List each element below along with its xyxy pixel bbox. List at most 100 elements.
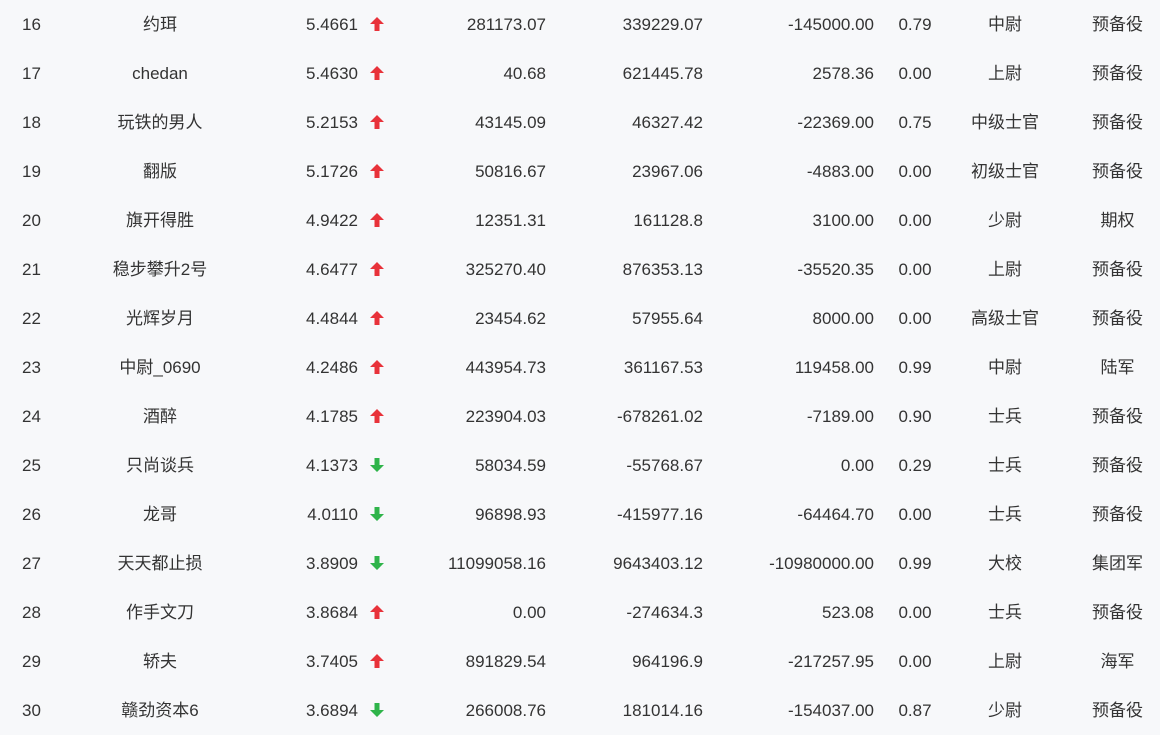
value2-cell: 339229.07 <box>622 15 703 34</box>
value2-cell: -678261.02 <box>616 407 703 426</box>
name-cell[interactable]: 翻版 <box>80 147 240 196</box>
value1-cell: 0.00 <box>512 603 546 622</box>
trend-cell <box>367 392 387 441</box>
ratio-cell: 0.29 <box>898 456 932 475</box>
rank-cell: 30 <box>22 701 41 720</box>
name-cell[interactable]: 玩铁的男人 <box>80 98 240 147</box>
arrow-down-icon <box>369 506 385 522</box>
name-cell[interactable]: 酒醉 <box>80 392 240 441</box>
score-cell: 3.8909 <box>306 554 358 573</box>
rank-cell: 16 <box>22 15 41 34</box>
rank-cell: 20 <box>22 211 41 230</box>
rank-cell: 18 <box>22 113 41 132</box>
name-cell[interactable]: 天天都止损 <box>80 539 240 588</box>
value1-cell: 40.68 <box>503 64 546 83</box>
table-row-28[interactable]: 28 作手文刀 3.8684 0.00 -274634.3 523.08 0.0… <box>0 588 1160 637</box>
score-cell: 4.9422 <box>306 211 358 230</box>
level-cell: 士兵 <box>988 407 1022 426</box>
type-cell: 预备役 <box>1092 603 1143 622</box>
ratio-cell: 0.00 <box>898 162 932 181</box>
arrow-up-icon <box>369 16 385 32</box>
trend-cell <box>367 686 387 735</box>
name-cell[interactable]: 龙哥 <box>80 490 240 539</box>
name-cell[interactable]: 中尉_0690 <box>80 343 240 392</box>
level-cell: 中尉 <box>988 15 1022 34</box>
arrow-down-icon <box>369 457 385 473</box>
type-cell: 预备役 <box>1092 162 1143 181</box>
value1-cell: 23454.62 <box>475 309 546 328</box>
value1-cell: 11099058.16 <box>447 554 546 573</box>
table-row-29[interactable]: 29 轿夫 3.7405 891829.54 964196.9 -217257.… <box>0 637 1160 686</box>
type-cell: 海军 <box>1100 652 1135 671</box>
ratio-cell: 0.99 <box>898 358 932 377</box>
value3-cell: -217257.95 <box>787 652 874 671</box>
rank-cell: 29 <box>22 652 41 671</box>
name-cell[interactable]: 旗开得胜 <box>80 196 240 245</box>
score-cell: 4.1373 <box>306 456 358 475</box>
value3-cell: 0.00 <box>840 456 874 475</box>
value2-cell: 361167.53 <box>623 358 703 377</box>
table-row-24[interactable]: 24 酒醉 4.1785 223904.03 -678261.02 -7189.… <box>0 392 1160 441</box>
value3-cell: -64464.70 <box>797 505 874 524</box>
table-row-17[interactable]: 17 chedan 5.4630 40.68 621445.78 2578.36… <box>0 49 1160 98</box>
type-cell: 预备役 <box>1092 456 1143 475</box>
type-cell: 预备役 <box>1092 309 1143 328</box>
table-row-25[interactable]: 25 只尚谈兵 4.1373 58034.59 -55768.67 0.00 0… <box>0 441 1160 490</box>
value1-cell: 43145.09 <box>475 113 546 132</box>
level-cell: 初级士官 <box>971 162 1039 181</box>
table-row-19[interactable]: 19 翻版 5.1726 50816.67 23967.06 -4883.00 … <box>0 147 1160 196</box>
trend-cell <box>367 637 387 686</box>
name-cell[interactable]: 赣劲资本6 <box>80 686 240 735</box>
arrow-up-icon <box>369 359 385 375</box>
name-cell[interactable]: 约珥 <box>80 0 240 49</box>
score-cell: 4.4844 <box>306 309 358 328</box>
name-cell[interactable]: 只尚谈兵 <box>80 441 240 490</box>
value1-cell: 96898.93 <box>475 505 546 524</box>
name-cell[interactable]: 作手文刀 <box>80 588 240 637</box>
value1-cell: 266008.76 <box>465 701 546 720</box>
arrow-up-icon <box>369 163 385 179</box>
score-cell: 5.4630 <box>306 64 358 83</box>
arrow-down-icon <box>369 555 385 571</box>
value1-cell: 12351.31 <box>475 211 546 230</box>
table-row-21[interactable]: 21 稳步攀升2号 4.6477 325270.40 876353.13 -35… <box>0 245 1160 294</box>
score-cell: 4.0110 <box>307 505 358 524</box>
value2-cell: 181014.16 <box>622 701 703 720</box>
table-row-20[interactable]: 20 旗开得胜 4.9422 12351.31 161128.8 3100.00… <box>0 196 1160 245</box>
table-row-26[interactable]: 26 龙哥 4.0110 96898.93 -415977.16 -64464.… <box>0 490 1160 539</box>
rank-cell: 21 <box>22 260 41 279</box>
table-row-27[interactable]: 27 天天都止损 3.8909 11099058.16 9643403.12 -… <box>0 539 1160 588</box>
arrow-up-icon <box>369 408 385 424</box>
value1-cell: 443954.73 <box>465 358 546 377</box>
score-cell: 3.6894 <box>306 701 358 720</box>
type-cell: 陆军 <box>1100 358 1135 377</box>
table-row-16[interactable]: 16 约珥 5.4661 281173.07 339229.07 -145000… <box>0 0 1160 49</box>
ratio-cell: 0.00 <box>898 211 932 230</box>
name-cell[interactable]: 稳步攀升2号 <box>80 245 240 294</box>
name-cell[interactable]: 光辉岁月 <box>80 294 240 343</box>
value1-cell: 223904.03 <box>465 407 546 426</box>
table-row-23[interactable]: 23 中尉_0690 4.2486 443954.73 361167.53 11… <box>0 343 1160 392</box>
ratio-cell: 0.99 <box>898 554 932 573</box>
arrow-up-icon <box>369 65 385 81</box>
trend-cell <box>367 49 387 98</box>
ratio-cell: 0.00 <box>898 603 932 622</box>
table-row-18[interactable]: 18 玩铁的男人 5.2153 43145.09 46327.42 -22369… <box>0 98 1160 147</box>
score-cell: 4.6477 <box>306 260 358 279</box>
score-cell: 3.7405 <box>306 652 358 671</box>
arrow-up-icon <box>369 653 385 669</box>
value1-cell: 50816.67 <box>475 162 546 181</box>
value3-cell: 119458.00 <box>794 358 874 377</box>
ratio-cell: 0.00 <box>898 260 932 279</box>
value3-cell: 523.08 <box>822 603 874 622</box>
name-cell[interactable]: chedan <box>80 49 240 98</box>
rank-cell: 22 <box>22 309 41 328</box>
name-cell[interactable]: 轿夫 <box>80 637 240 686</box>
arrow-down-icon <box>369 702 385 718</box>
table-row-30[interactable]: 30 赣劲资本6 3.6894 266008.76 181014.16 -154… <box>0 686 1160 735</box>
table-row-22[interactable]: 22 光辉岁月 4.4844 23454.62 57955.64 8000.00… <box>0 294 1160 343</box>
trend-cell <box>367 147 387 196</box>
type-cell: 集团军 <box>1092 554 1143 573</box>
ratio-cell: 0.00 <box>898 64 932 83</box>
rank-cell: 25 <box>22 456 41 475</box>
